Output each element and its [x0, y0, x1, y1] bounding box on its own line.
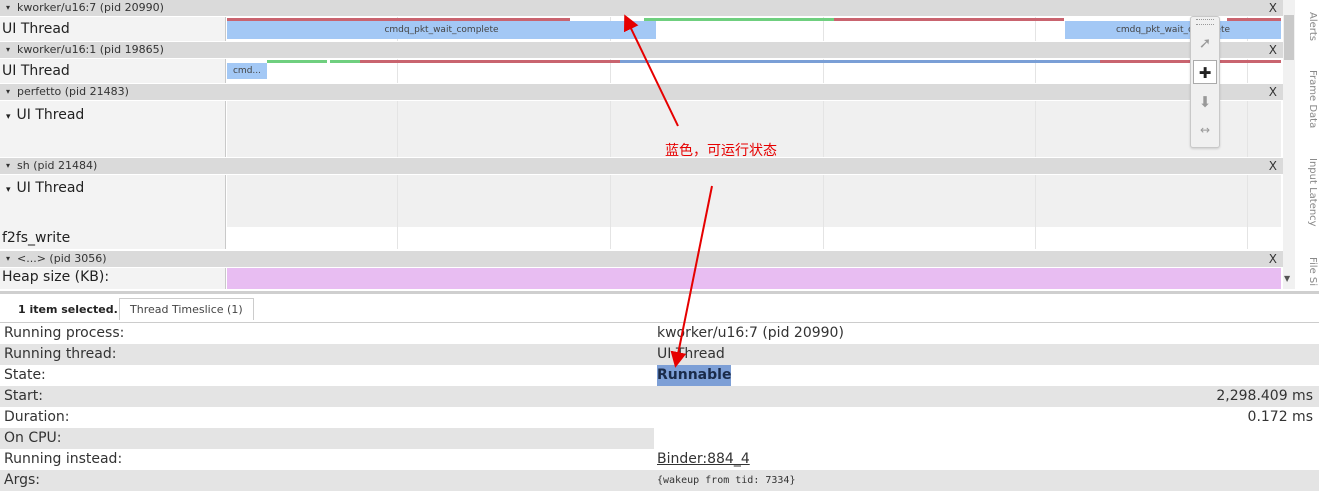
annotation-arrow-up: [623, 14, 679, 127]
annotation-arrows: [623, 14, 713, 368]
annotation-text: 蓝色，可运行状态: [665, 143, 777, 159]
annotation-arrow-down: [670, 185, 713, 368]
